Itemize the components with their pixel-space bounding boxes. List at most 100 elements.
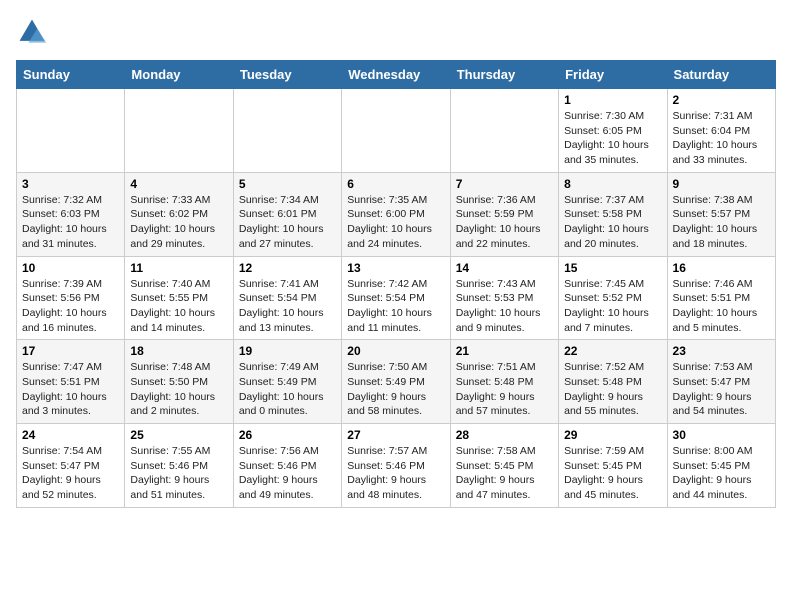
- day-number: 4: [130, 177, 227, 191]
- day-info: Sunrise: 7:42 AMSunset: 5:54 PMDaylight:…: [347, 277, 444, 336]
- day-number: 9: [673, 177, 770, 191]
- day-number: 15: [564, 261, 661, 275]
- day-number: 18: [130, 344, 227, 358]
- day-info: Sunrise: 7:30 AMSunset: 6:05 PMDaylight:…: [564, 109, 661, 168]
- day-info: Sunrise: 7:51 AMSunset: 5:48 PMDaylight:…: [456, 360, 553, 419]
- day-number: 28: [456, 428, 553, 442]
- week-row-5: 24Sunrise: 7:54 AMSunset: 5:47 PMDayligh…: [17, 424, 776, 508]
- day-number: 30: [673, 428, 770, 442]
- weekday-header-sunday: Sunday: [17, 61, 125, 89]
- weekday-header-row: SundayMondayTuesdayWednesdayThursdayFrid…: [17, 61, 776, 89]
- day-cell: [233, 89, 341, 173]
- day-info: Sunrise: 7:41 AMSunset: 5:54 PMDaylight:…: [239, 277, 336, 336]
- logo-icon: [16, 16, 48, 48]
- day-cell: 19 Sunrise: 7:49 AMSunset: 5:49 PMDayligh…: [233, 340, 341, 424]
- day-info: Sunrise: 7:54 AMSunset: 5:47 PMDaylight:…: [22, 444, 119, 503]
- day-number: 2: [673, 93, 770, 107]
- day-cell: 26 Sunrise: 7:56 AMSunset: 5:46 PMDayligh…: [233, 424, 341, 508]
- day-cell: 4 Sunrise: 7:33 AMSunset: 6:02 PMDaylight…: [125, 172, 233, 256]
- day-cell: 15 Sunrise: 7:45 AMSunset: 5:52 PMDayligh…: [559, 256, 667, 340]
- weekday-header-tuesday: Tuesday: [233, 61, 341, 89]
- day-info: Sunrise: 7:53 AMSunset: 5:47 PMDaylight:…: [673, 360, 770, 419]
- day-number: 21: [456, 344, 553, 358]
- day-cell: [17, 89, 125, 173]
- day-cell: 30 Sunrise: 8:00 AMSunset: 5:45 PMDayligh…: [667, 424, 775, 508]
- day-number: 29: [564, 428, 661, 442]
- day-info: Sunrise: 7:48 AMSunset: 5:50 PMDaylight:…: [130, 360, 227, 419]
- day-cell: 21 Sunrise: 7:51 AMSunset: 5:48 PMDayligh…: [450, 340, 558, 424]
- day-number: 6: [347, 177, 444, 191]
- day-info: Sunrise: 7:33 AMSunset: 6:02 PMDaylight:…: [130, 193, 227, 252]
- day-cell: 23 Sunrise: 7:53 AMSunset: 5:47 PMDayligh…: [667, 340, 775, 424]
- day-number: 11: [130, 261, 227, 275]
- day-info: Sunrise: 7:46 AMSunset: 5:51 PMDaylight:…: [673, 277, 770, 336]
- day-info: Sunrise: 7:52 AMSunset: 5:48 PMDaylight:…: [564, 360, 661, 419]
- day-info: Sunrise: 7:35 AMSunset: 6:00 PMDaylight:…: [347, 193, 444, 252]
- day-info: Sunrise: 7:32 AMSunset: 6:03 PMDaylight:…: [22, 193, 119, 252]
- day-number: 25: [130, 428, 227, 442]
- day-info: Sunrise: 7:56 AMSunset: 5:46 PMDaylight:…: [239, 444, 336, 503]
- day-info: Sunrise: 7:49 AMSunset: 5:49 PMDaylight:…: [239, 360, 336, 419]
- weekday-header-thursday: Thursday: [450, 61, 558, 89]
- day-cell: 24Sunrise: 7:54 AMSunset: 5:47 PMDayligh…: [17, 424, 125, 508]
- day-number: 26: [239, 428, 336, 442]
- day-number: 20: [347, 344, 444, 358]
- day-info: Sunrise: 7:59 AMSunset: 5:45 PMDaylight:…: [564, 444, 661, 503]
- day-cell: 25Sunrise: 7:55 AMSunset: 5:46 PMDayligh…: [125, 424, 233, 508]
- day-number: 8: [564, 177, 661, 191]
- day-info: Sunrise: 8:00 AMSunset: 5:45 PMDaylight:…: [673, 444, 770, 503]
- day-number: 27: [347, 428, 444, 442]
- day-number: 3: [22, 177, 119, 191]
- day-cell: 17Sunrise: 7:47 AMSunset: 5:51 PMDayligh…: [17, 340, 125, 424]
- header: [16, 16, 776, 48]
- week-row-2: 3 Sunrise: 7:32 AMSunset: 6:03 PMDaylight…: [17, 172, 776, 256]
- day-number: 7: [456, 177, 553, 191]
- day-cell: 11 Sunrise: 7:40 AMSunset: 5:55 PMDayligh…: [125, 256, 233, 340]
- day-cell: 22 Sunrise: 7:52 AMSunset: 5:48 PMDayligh…: [559, 340, 667, 424]
- day-number: 14: [456, 261, 553, 275]
- day-number: 13: [347, 261, 444, 275]
- day-cell: [125, 89, 233, 173]
- day-number: 16: [673, 261, 770, 275]
- day-info: Sunrise: 7:34 AMSunset: 6:01 PMDaylight:…: [239, 193, 336, 252]
- day-cell: 16 Sunrise: 7:46 AMSunset: 5:51 PMDayligh…: [667, 256, 775, 340]
- day-info: Sunrise: 7:38 AMSunset: 5:57 PMDaylight:…: [673, 193, 770, 252]
- day-cell: 1 Sunrise: 7:30 AMSunset: 6:05 PMDaylight…: [559, 89, 667, 173]
- day-info: Sunrise: 7:31 AMSunset: 6:04 PMDaylight:…: [673, 109, 770, 168]
- day-cell: 13 Sunrise: 7:42 AMSunset: 5:54 PMDayligh…: [342, 256, 450, 340]
- day-cell: 20 Sunrise: 7:50 AMSunset: 5:49 PMDayligh…: [342, 340, 450, 424]
- logo: [16, 16, 52, 48]
- day-cell: 14 Sunrise: 7:43 AMSunset: 5:53 PMDayligh…: [450, 256, 558, 340]
- day-info: Sunrise: 7:37 AMSunset: 5:58 PMDaylight:…: [564, 193, 661, 252]
- day-cell: 2 Sunrise: 7:31 AMSunset: 6:04 PMDaylight…: [667, 89, 775, 173]
- day-number: 22: [564, 344, 661, 358]
- day-cell: 8 Sunrise: 7:37 AMSunset: 5:58 PMDaylight…: [559, 172, 667, 256]
- day-info: Sunrise: 7:57 AMSunset: 5:46 PMDaylight:…: [347, 444, 444, 503]
- day-number: 17: [22, 344, 119, 358]
- day-cell: [450, 89, 558, 173]
- day-info: Sunrise: 7:50 AMSunset: 5:49 PMDaylight:…: [347, 360, 444, 419]
- day-cell: 9 Sunrise: 7:38 AMSunset: 5:57 PMDaylight…: [667, 172, 775, 256]
- day-cell: 18 Sunrise: 7:48 AMSunset: 5:50 PMDayligh…: [125, 340, 233, 424]
- day-cell: 7 Sunrise: 7:36 AMSunset: 5:59 PMDaylight…: [450, 172, 558, 256]
- day-number: 23: [673, 344, 770, 358]
- day-number: 1: [564, 93, 661, 107]
- day-info: Sunrise: 7:36 AMSunset: 5:59 PMDaylight:…: [456, 193, 553, 252]
- day-number: 5: [239, 177, 336, 191]
- week-row-1: 1 Sunrise: 7:30 AMSunset: 6:05 PMDaylight…: [17, 89, 776, 173]
- week-row-4: 17Sunrise: 7:47 AMSunset: 5:51 PMDayligh…: [17, 340, 776, 424]
- day-info: Sunrise: 7:43 AMSunset: 5:53 PMDaylight:…: [456, 277, 553, 336]
- day-info: Sunrise: 7:39 AMSunset: 5:56 PMDaylight:…: [22, 277, 119, 336]
- day-number: 10: [22, 261, 119, 275]
- weekday-header-wednesday: Wednesday: [342, 61, 450, 89]
- day-cell: 27 Sunrise: 7:57 AMSunset: 5:46 PMDayligh…: [342, 424, 450, 508]
- day-cell: 6 Sunrise: 7:35 AMSunset: 6:00 PMDaylight…: [342, 172, 450, 256]
- weekday-header-monday: Monday: [125, 61, 233, 89]
- day-info: Sunrise: 7:40 AMSunset: 5:55 PMDaylight:…: [130, 277, 227, 336]
- day-cell: 28Sunrise: 7:58 AMSunset: 5:45 PMDayligh…: [450, 424, 558, 508]
- day-info: Sunrise: 7:45 AMSunset: 5:52 PMDaylight:…: [564, 277, 661, 336]
- calendar: SundayMondayTuesdayWednesdayThursdayFrid…: [16, 60, 776, 508]
- day-cell: 29 Sunrise: 7:59 AMSunset: 5:45 PMDayligh…: [559, 424, 667, 508]
- day-number: 19: [239, 344, 336, 358]
- week-row-3: 10 Sunrise: 7:39 AMSunset: 5:56 PMDayligh…: [17, 256, 776, 340]
